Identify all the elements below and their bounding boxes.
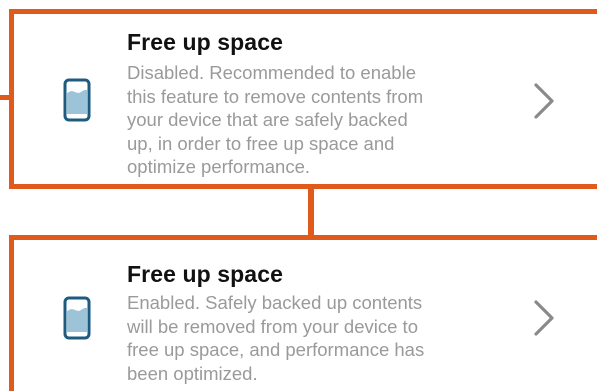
description-line: optimize performance. [127, 156, 311, 177]
chevron-right-icon[interactable] [532, 81, 556, 121]
description-line: been optimized. [127, 362, 258, 384]
phone-storage-icon [63, 78, 91, 122]
description-line: will be removed from your device to [127, 315, 418, 337]
description-line: free up space, and performance has [127, 339, 425, 360]
description-line: this feature to remove contents from [127, 85, 424, 107]
free-up-space-setting-disabled[interactable]: Free up space Disabled. Recommended to e… [9, 9, 597, 189]
description-line: up, in order to free up space and [127, 132, 395, 154]
setting-description: Enabled. Safely backed up contents will … [127, 291, 507, 385]
phone-storage-icon [63, 296, 91, 340]
free-up-space-setting-enabled[interactable]: Free up space Enabled. Safely backed up … [9, 235, 597, 391]
setting-title: Free up space [127, 261, 283, 287]
description-line: Disabled. Recommended to enable [127, 62, 416, 83]
annotation-connector-vertical [308, 186, 314, 238]
setting-title: Free up space [127, 29, 283, 55]
description-line: your device that are safely backed [127, 109, 408, 130]
annotated-settings-view: Free up space Disabled. Recommended to e… [0, 0, 597, 391]
setting-description: Disabled. Recommended to enable this fea… [127, 61, 507, 179]
chevron-right-icon[interactable] [532, 298, 556, 338]
description-line: Enabled. Safely backed up contents [127, 292, 423, 313]
